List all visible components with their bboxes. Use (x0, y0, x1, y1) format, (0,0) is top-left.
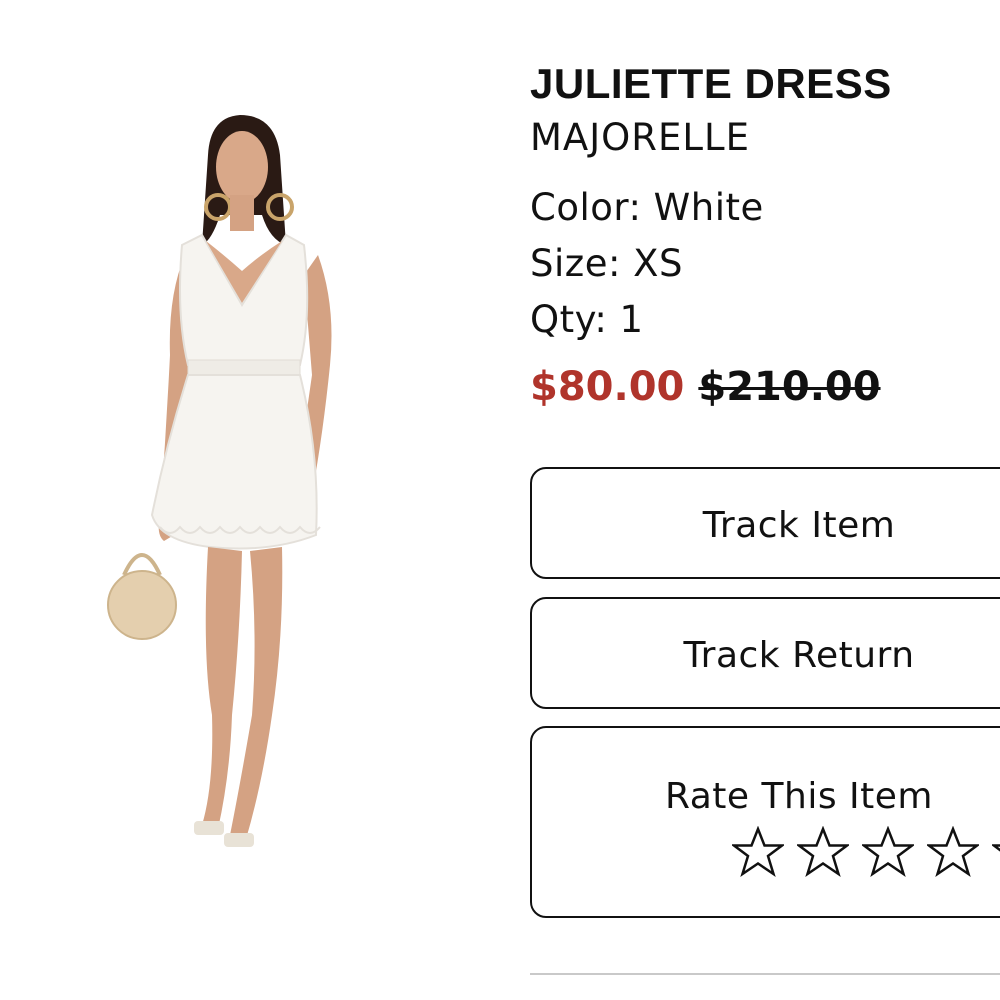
order-item-page: JULIETTE DRESS MAJORELLE Color: White Si… (0, 0, 1000, 1000)
star-outline-icon[interactable] (927, 826, 980, 878)
star-outline-icon[interactable] (732, 826, 784, 878)
rate-item-card: Rate This Item (530, 726, 1000, 918)
section-divider (530, 973, 1000, 975)
track-return-label: Track Return (683, 635, 915, 676)
price-row: $80.00 $210.00 (530, 362, 1000, 412)
product-color: Color: White (530, 186, 764, 229)
product-title[interactable]: JULIETTE DRESS (530, 58, 1000, 110)
original-price: $210.00 (698, 364, 881, 410)
star-outline-icon[interactable] (992, 826, 1000, 878)
track-item-label: Track Item (702, 505, 896, 546)
star-outline-icon[interactable] (797, 826, 850, 878)
product-size: Size: XS (530, 242, 684, 285)
model-in-dress-illustration (107, 115, 332, 847)
sale-price: $80.00 (530, 364, 685, 410)
product-details: JULIETTE DRESS MAJORELLE Color: White Si… (530, 58, 1000, 412)
product-image[interactable] (90, 95, 390, 895)
product-qty: Qty: 1 (530, 298, 644, 341)
rate-item-label: Rate This Item (665, 776, 933, 817)
star-outline-icon[interactable] (862, 826, 915, 878)
star-rating[interactable] (732, 826, 1000, 878)
track-return-button[interactable]: Track Return (530, 597, 1000, 709)
product-brand[interactable]: MAJORELLE (530, 114, 1000, 162)
track-item-button[interactable]: Track Item (530, 467, 1000, 579)
